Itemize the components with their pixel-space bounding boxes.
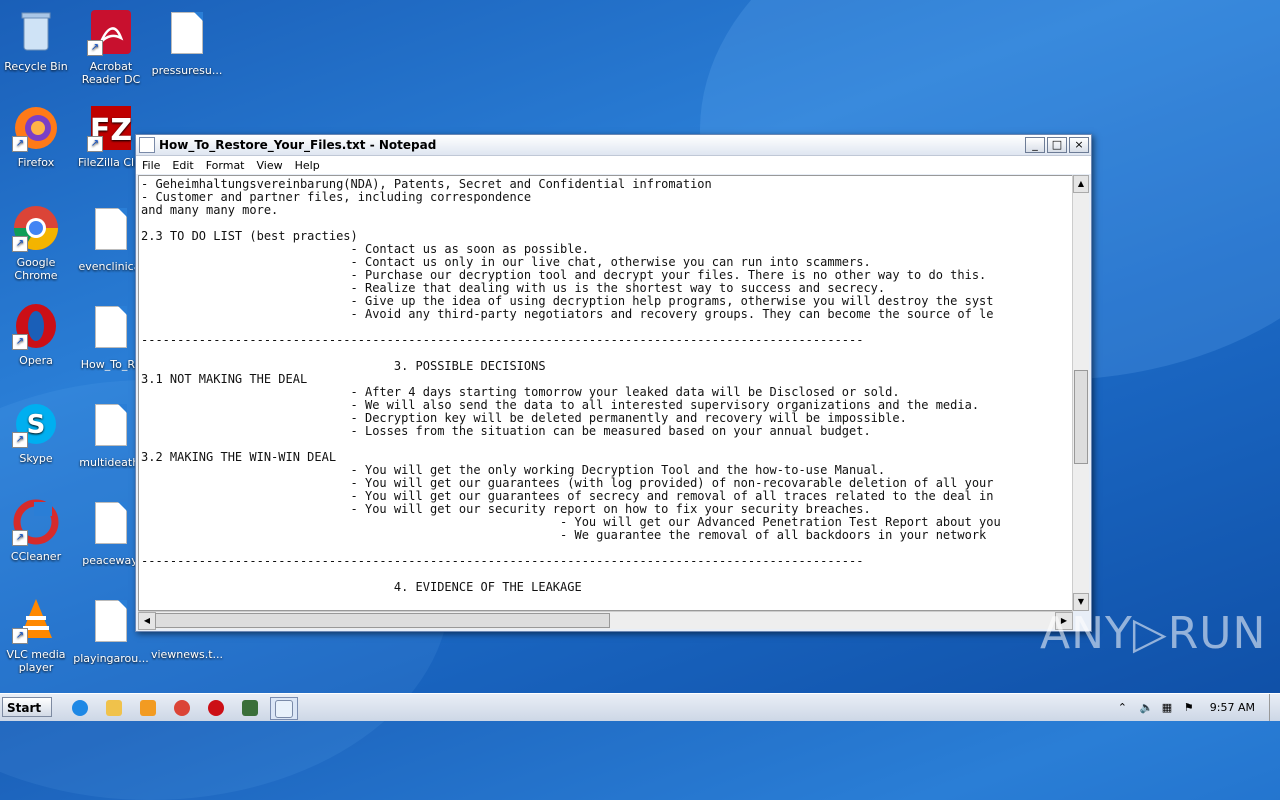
shortcut-arrow-icon: ↗ bbox=[87, 40, 103, 56]
ccleaner-icon: ↗ bbox=[12, 498, 60, 546]
taskbar-explorer[interactable] bbox=[100, 697, 128, 720]
menu-file[interactable]: File bbox=[136, 159, 166, 172]
acrobat-icon: ↗ bbox=[87, 8, 135, 56]
notepad-icon bbox=[275, 700, 293, 718]
menu-edit[interactable]: Edit bbox=[166, 159, 199, 172]
menu-help[interactable]: Help bbox=[289, 159, 326, 172]
start-label: Start bbox=[7, 701, 42, 715]
start-button[interactable]: Start bbox=[2, 697, 52, 717]
firefox-icon: ↗ bbox=[12, 104, 60, 152]
shortcut-arrow-icon: ↗ bbox=[12, 136, 28, 152]
scroll-up-icon[interactable]: ▲ bbox=[1073, 175, 1089, 193]
show-desktop-button[interactable] bbox=[1269, 694, 1280, 721]
shortcut-arrow-icon: ↗ bbox=[12, 432, 28, 448]
svg-text:S: S bbox=[27, 410, 46, 440]
taskbar-task-manager[interactable] bbox=[236, 697, 264, 720]
watermark-logo: ANY▷RUN bbox=[1040, 608, 1267, 659]
opera-icon bbox=[208, 700, 224, 716]
desktop-icon-ccleaner[interactable]: ↗ CCleaner bbox=[0, 498, 75, 563]
desktop-icon-google-chrome[interactable]: ↗ Google Chrome bbox=[0, 204, 75, 282]
chrome-icon bbox=[174, 700, 190, 716]
shortcut-arrow-icon: ↗ bbox=[87, 136, 103, 152]
desktop-icon-skype[interactable]: S ↗ Skype bbox=[0, 400, 75, 465]
desktop-icon-pressuresu[interactable]: pressuresu... bbox=[148, 8, 226, 77]
shortcut-arrow-icon: ↗ bbox=[12, 236, 28, 252]
opera-icon: ↗ bbox=[12, 302, 60, 350]
network-icon[interactable]: ▦ bbox=[1162, 701, 1176, 715]
desktop-icon-acrobat[interactable]: ↗ Acrobat Reader DC bbox=[72, 8, 150, 86]
minimize-button[interactable]: _ bbox=[1025, 137, 1045, 153]
window-titlebar[interactable]: How_To_Restore_Your_Files.txt - Notepad … bbox=[136, 135, 1091, 156]
clock[interactable]: 9:57 AM bbox=[1202, 701, 1269, 714]
maximize-button[interactable]: □ bbox=[1047, 137, 1067, 153]
taskbar-notepad[interactable] bbox=[270, 697, 298, 720]
notepad-icon bbox=[139, 137, 155, 153]
internet-explorer-icon bbox=[72, 700, 88, 716]
scroll-left-icon[interactable]: ◀ bbox=[138, 612, 156, 630]
text-editor[interactable]: - Geheimhaltungsvereinbarung(NDA), Paten… bbox=[138, 175, 1073, 611]
taskbar-opera[interactable] bbox=[202, 697, 230, 720]
skype-icon: S ↗ bbox=[12, 400, 60, 448]
horizontal-scrollbar[interactable]: ◀ ▶ bbox=[138, 611, 1073, 630]
recycle-bin-icon bbox=[12, 8, 60, 56]
volume-icon[interactable]: 🔈 bbox=[1140, 701, 1154, 715]
vertical-scroll-thumb[interactable] bbox=[1074, 370, 1088, 464]
taskbar-media-player[interactable] bbox=[134, 697, 162, 720]
taskbar: Start ⌃ 🔈 ▦ ⚑ 9:57 AM bbox=[0, 693, 1280, 721]
taskbar-chrome[interactable] bbox=[168, 697, 196, 720]
vertical-scrollbar[interactable]: ▲ ▼ bbox=[1072, 175, 1089, 611]
document-text[interactable]: - Geheimhaltungsvereinbarung(NDA), Paten… bbox=[139, 176, 1072, 594]
menu-bar: File Edit Format View Help bbox=[136, 156, 1091, 174]
desktop-icon-opera[interactable]: ↗ Opera bbox=[0, 302, 75, 367]
task-manager-icon bbox=[242, 700, 258, 716]
folder-icon bbox=[106, 700, 122, 716]
desktop-icon-recycle-bin[interactable]: Recycle Bin bbox=[0, 8, 75, 73]
show-hidden-icons-icon[interactable]: ⌃ bbox=[1118, 701, 1132, 715]
media-player-icon bbox=[140, 700, 156, 716]
system-tray: ⌃ 🔈 ▦ ⚑ 9:57 AM bbox=[1114, 694, 1280, 721]
taskbar-ie[interactable] bbox=[66, 697, 94, 720]
close-button[interactable]: × bbox=[1069, 137, 1089, 153]
desktop-icon-vlc[interactable]: ↗ VLC media player bbox=[0, 596, 75, 674]
shortcut-arrow-icon: ↗ bbox=[12, 334, 28, 350]
document-icon bbox=[95, 600, 127, 642]
vlc-cone-icon: ↗ bbox=[12, 596, 60, 644]
shortcut-arrow-icon: ↗ bbox=[12, 530, 28, 546]
window-title: How_To_Restore_Your_Files.txt - Notepad bbox=[159, 138, 437, 152]
filezilla-icon: FZ ↗ bbox=[87, 104, 135, 152]
document-icon bbox=[171, 12, 203, 54]
chrome-icon: ↗ bbox=[12, 204, 60, 252]
document-icon bbox=[95, 404, 127, 446]
notepad-window[interactable]: How_To_Restore_Your_Files.txt - Notepad … bbox=[135, 134, 1092, 632]
shortcut-arrow-icon: ↗ bbox=[12, 628, 28, 644]
document-icon bbox=[95, 208, 127, 250]
document-icon bbox=[95, 502, 127, 544]
text-file-icon bbox=[95, 306, 127, 348]
menu-format[interactable]: Format bbox=[200, 159, 251, 172]
desktop-icon-firefox[interactable]: ↗ Firefox bbox=[0, 104, 75, 169]
menu-view[interactable]: View bbox=[251, 159, 289, 172]
horizontal-scroll-thumb[interactable] bbox=[155, 613, 610, 628]
action-center-flag-icon[interactable]: ⚑ bbox=[1184, 701, 1198, 715]
